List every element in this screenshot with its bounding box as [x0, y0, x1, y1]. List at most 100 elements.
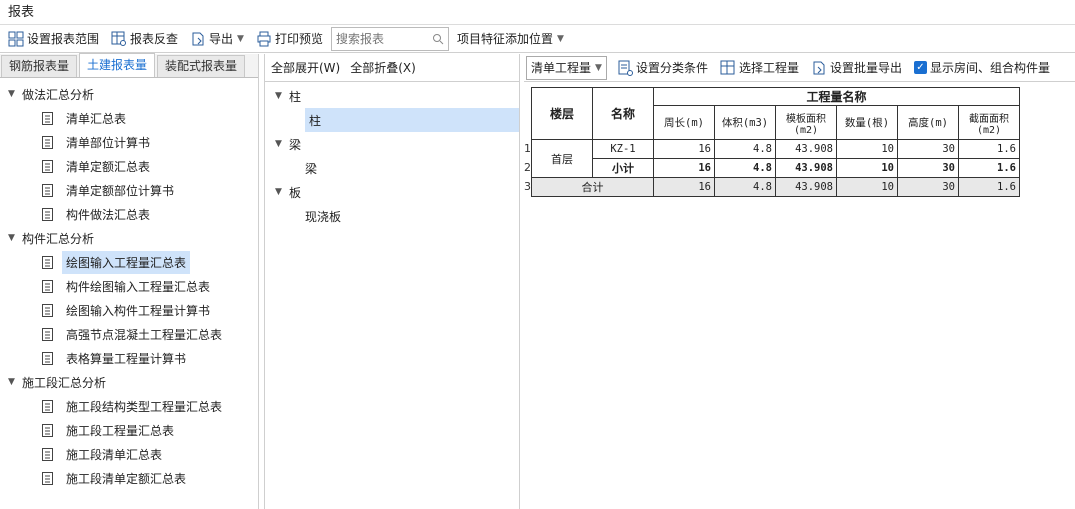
value-cell: 10	[836, 158, 898, 178]
quantity-type-value: 清单工程量	[531, 61, 592, 75]
value-cell: 1.6	[958, 177, 1020, 197]
tree-group-segment[interactable]: ▼ 施工段汇总分析	[0, 370, 258, 394]
tree-item[interactable]: 清单定额汇总表	[0, 154, 258, 178]
search-icon[interactable]	[432, 33, 444, 45]
expand-arrow-icon[interactable]: ▼	[8, 89, 22, 99]
select-quantity-button[interactable]: 选择工程量	[716, 56, 803, 80]
chevron-down-icon: ▼	[557, 33, 564, 44]
tab-rebar[interactable]: 钢筋报表量	[1, 55, 78, 77]
quantity-type-select[interactable]: 清单工程量 ▼	[526, 55, 607, 80]
document-icon	[42, 159, 53, 173]
batch-export-button[interactable]: 设置批量导出	[807, 56, 906, 80]
feature-position-label: 项目特征添加位置	[456, 32, 553, 46]
expand-arrow-icon[interactable]: ▼	[275, 187, 289, 197]
tree-group-component[interactable]: ▼ 构件汇总分析	[0, 226, 258, 250]
column-header: 体积(m3)	[714, 105, 776, 140]
total-label-cell: 合计	[531, 177, 654, 197]
tree-item[interactable]: 施工段清单汇总表	[0, 442, 258, 466]
document-icon	[42, 279, 53, 293]
tree-item[interactable]: 清单汇总表	[0, 106, 258, 130]
column-header: 模板面积(m2)	[775, 105, 837, 140]
expand-arrow-icon[interactable]: ▼	[275, 139, 289, 149]
tree-item[interactable]: 表格算量工程量计算书	[0, 346, 258, 370]
table-row-subtotal[interactable]: 小计 16 4.8 43.908 10 30 1.6	[532, 158, 1020, 178]
value-cell: 16	[653, 177, 715, 197]
document-icon	[42, 471, 53, 485]
value-cell: 4.8	[714, 177, 776, 197]
tree-item[interactable]: 绘图输入构件工程量计算书	[0, 298, 258, 322]
value-cell: 43.908	[775, 158, 837, 178]
tree-item[interactable]: 现浇板	[265, 204, 519, 228]
feature-position-dropdown[interactable]: 项目特征添加位置 ▼	[453, 27, 568, 51]
quantity-table: 楼层 名称 工程量名称 周长(m) 体积(m3) 模板面积(m2) 数量(根) …	[531, 87, 1020, 197]
table-row-total[interactable]: 合计 16 4.8 43.908 10 30 1.6	[531, 177, 1020, 197]
floor-cell: 首层	[531, 139, 593, 178]
expand-arrow-icon[interactable]: ▼	[8, 233, 22, 243]
set-range-button[interactable]: 设置报表范围	[4, 27, 103, 51]
column-header: 截面面积(m2)	[958, 105, 1020, 140]
chevron-down-icon: ▼	[237, 33, 244, 44]
tree-item[interactable]: 清单定额部位计算书	[0, 178, 258, 202]
document-icon	[42, 135, 53, 149]
value-cell: 1.6	[958, 139, 1020, 159]
print-preview-button[interactable]: 打印预览	[252, 27, 327, 51]
set-category-button[interactable]: 设置分类条件	[613, 56, 712, 80]
document-icon	[42, 303, 53, 317]
tree-group-beam[interactable]: ▼ 梁	[265, 132, 519, 156]
main-toolbar: 设置报表范围 报表反查 导出 ▼ 打印预览 项目特征添加位置 ▼	[0, 25, 1075, 53]
tree-item-selected[interactable]: 柱	[305, 108, 519, 132]
tree-item[interactable]: 梁	[265, 156, 519, 180]
print-preview-label: 打印预览	[274, 32, 323, 46]
value-cell: 1.6	[958, 158, 1020, 178]
report-tabs: 钢筋报表量 土建报表量 装配式报表量	[0, 53, 258, 78]
row-number: 3	[524, 180, 531, 193]
report-search-box[interactable]	[330, 26, 449, 51]
header-quantity-group: 工程量名称	[653, 87, 1020, 106]
value-cell: 4.8	[714, 139, 776, 159]
collapse-all-link[interactable]: 全部折叠(X)	[350, 59, 416, 76]
document-icon	[42, 447, 53, 461]
set-category-label: 设置分类条件	[635, 61, 708, 75]
tree-item[interactable]: 施工段清单定额汇总表	[0, 466, 258, 490]
report-grid: 1 2 3 楼层 名称 工程量名称 周长(m) 体积(m3) 模板面积(m2) …	[524, 87, 1020, 197]
reverse-lookup-button[interactable]: 报表反查	[107, 27, 182, 51]
report-tree: ▼ 做法汇总分析 清单汇总表 清单部位计算书 清单定额汇总表 清单定额部位计算书 …	[0, 78, 258, 490]
show-rooms-toggle[interactable]: ✓ 显示房间、组合构件量	[910, 56, 1054, 80]
tree-item[interactable]: 清单部位计算书	[0, 130, 258, 154]
table-row[interactable]: 首层 KZ-1 16 4.8 43.908 10 30 1.6	[531, 139, 1020, 178]
value-cell: 4.8	[714, 158, 776, 178]
tree-item[interactable]: 构件做法汇总表	[0, 202, 258, 226]
report-search-input[interactable]	[335, 31, 428, 46]
document-icon	[42, 111, 53, 125]
tree-item-selected[interactable]: 绘图输入工程量汇总表	[0, 250, 258, 274]
expand-arrow-icon[interactable]: ▼	[275, 91, 289, 101]
header-name: 名称	[592, 87, 654, 140]
expand-all-link[interactable]: 全部展开(W)	[271, 59, 340, 76]
component-tree: ▼ 柱 柱 ▼ 梁 梁 ▼ 板 现浇板	[265, 82, 519, 228]
export-button[interactable]: 导出 ▼	[186, 27, 248, 51]
row-number: 2	[524, 161, 531, 174]
expand-arrow-icon[interactable]: ▼	[8, 377, 22, 387]
tab-civil[interactable]: 土建报表量	[79, 53, 156, 77]
tree-group-slab[interactable]: ▼ 板	[265, 180, 519, 204]
export-icon	[192, 32, 204, 45]
table-icon	[720, 60, 735, 74]
value-cell: 43.908	[775, 177, 837, 197]
row-number: 1	[524, 142, 531, 155]
window-title: 报表	[0, 0, 1075, 25]
tree-group-column[interactable]: ▼ 柱	[265, 84, 519, 108]
tree-item[interactable]: 高强节点混凝土工程量汇总表	[0, 322, 258, 346]
batch-export-icon	[813, 61, 825, 74]
tree-item[interactable]: 构件绘图输入工程量汇总表	[0, 274, 258, 298]
select-quantity-label: 选择工程量	[738, 61, 799, 75]
tab-prefab[interactable]: 装配式报表量	[157, 55, 246, 77]
grid-settings-icon	[8, 31, 24, 46]
reverse-lookup-label: 报表反查	[130, 32, 179, 46]
checkbox-checked-icon[interactable]: ✓	[913, 61, 927, 74]
tree-group-method[interactable]: ▼ 做法汇总分析	[0, 82, 258, 106]
tree-item[interactable]: 施工段结构类型工程量汇总表	[0, 394, 258, 418]
value-cell: 10	[836, 177, 898, 197]
value-cell: 16	[653, 158, 715, 178]
document-icon	[42, 255, 53, 269]
tree-item[interactable]: 施工段工程量汇总表	[0, 418, 258, 442]
